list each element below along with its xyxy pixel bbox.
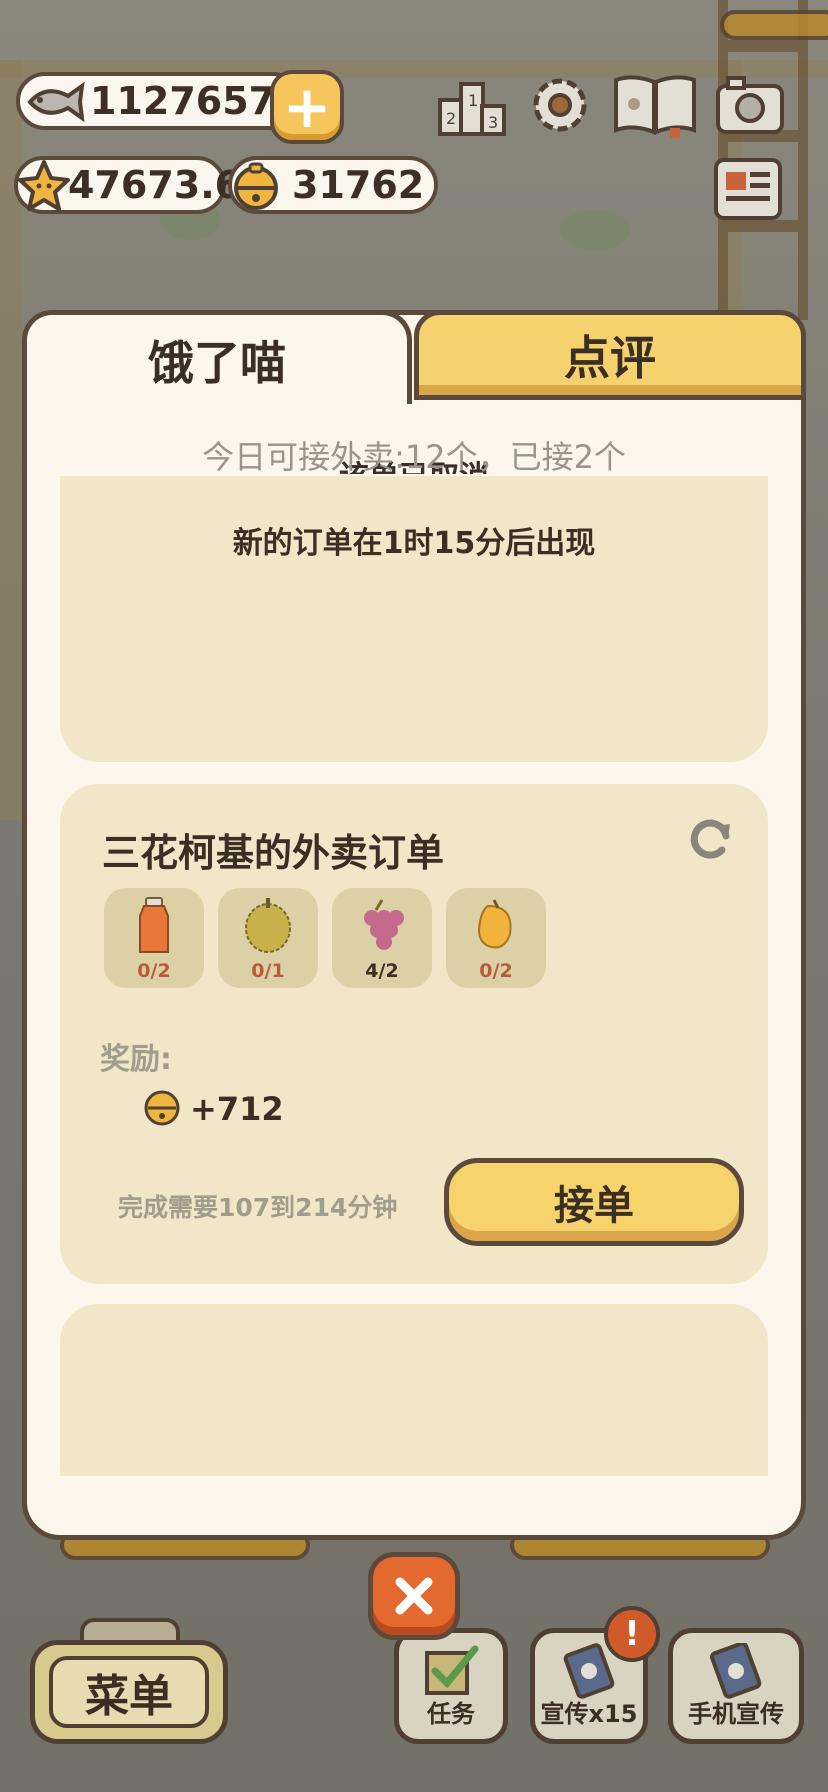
fish-icon (27, 82, 85, 122)
order-title: 三花柯基的外卖订单 (102, 831, 445, 875)
alert-badge: ! (604, 1606, 660, 1662)
checklist-icon (425, 1645, 479, 1695)
reward-label: 奖励: (100, 1042, 172, 1077)
phone-promotion-label: 手机宣传 (688, 1700, 784, 1728)
bell-icon (234, 162, 278, 210)
newspaper-icon[interactable] (712, 156, 784, 222)
bell-icon (144, 1090, 180, 1126)
star-icon (18, 160, 70, 211)
order-item-grapes: 4/2 (332, 888, 432, 988)
order-item-juice: 0/2 (104, 888, 204, 988)
paw-book-icon[interactable] (610, 72, 700, 138)
svg-text:1: 1 (468, 91, 478, 110)
daily-quota-text: 今日可接外卖:12个，已接2个 (202, 438, 626, 476)
bell-amount: 31762 (292, 163, 425, 207)
item-count: 4/2 (365, 960, 399, 982)
ranking-icon[interactable]: 2 1 3 (436, 72, 508, 138)
promotion-label: 宣传x15 (540, 1700, 638, 1728)
accept-order-button[interactable]: 接单 (444, 1158, 744, 1246)
close-button[interactable] (368, 1552, 460, 1640)
tab-reviews[interactable]: 点评 (414, 310, 806, 400)
order-card: 三花柯基的外卖订单 0/2 0/1 4/2 0/2 奖励: +712 完成需要1… (60, 784, 768, 1284)
star-amount: 47673.6 (68, 163, 242, 207)
phone-promotion-button[interactable]: 手机宣传 (668, 1628, 804, 1744)
order-item-durian: 0/1 (218, 888, 318, 988)
svg-text:3: 3 (488, 113, 498, 132)
item-count: 0/2 (479, 960, 513, 982)
next-order-card (60, 1304, 768, 1476)
menu-button[interactable]: 菜单 (30, 1640, 228, 1744)
juice-bottle-icon (139, 897, 169, 953)
refresh-icon[interactable] (686, 814, 736, 864)
tab-elemiao[interactable]: 饿了喵 (22, 310, 412, 404)
previous-order-card: 该单已取消 新的订单在1时15分后出现 (60, 460, 768, 762)
durian-icon (245, 898, 291, 953)
bell-currency-bar: 31762 (228, 156, 438, 214)
tasks-button[interactable]: 任务 (394, 1628, 508, 1744)
svg-text:2: 2 (446, 109, 456, 128)
reward-amount: +712 (190, 1090, 284, 1128)
menu-label: 菜单 (49, 1656, 209, 1728)
completion-time: 完成需要107到214分钟 (118, 1193, 398, 1222)
add-fish-button[interactable]: + (270, 70, 344, 144)
grapes-icon (364, 899, 404, 950)
order-item-mango: 0/2 (446, 888, 546, 988)
tasks-label: 任务 (427, 1700, 475, 1728)
next-order-timer: 新的订单在1时15分后出现 (232, 526, 596, 561)
fish-currency-bar: 11276570 (16, 72, 302, 130)
camera-icon[interactable] (714, 72, 786, 138)
star-currency-bar: 47673.6 (14, 156, 241, 214)
gear-icon[interactable] (524, 72, 596, 138)
mango-icon (478, 899, 512, 949)
phone-flyer-icon (710, 1643, 762, 1699)
close-icon (395, 1577, 433, 1615)
item-count: 0/1 (251, 960, 285, 982)
item-count: 0/2 (137, 960, 171, 982)
